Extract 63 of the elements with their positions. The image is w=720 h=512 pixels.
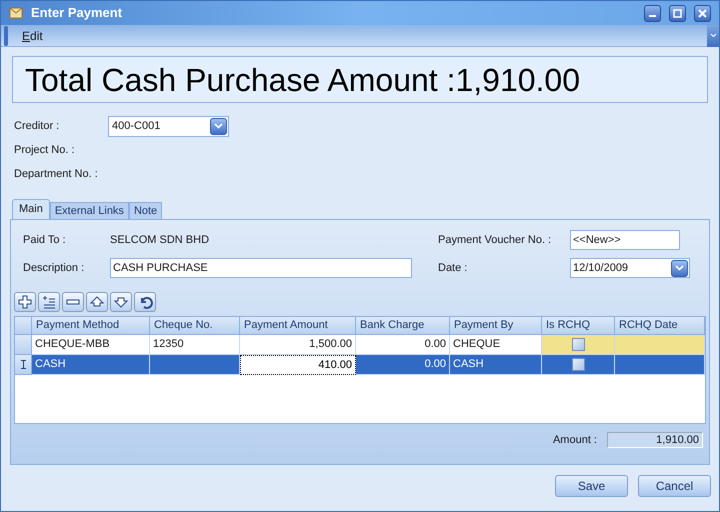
minus-button[interactable] [62,292,84,312]
menu-overflow-button[interactable] [707,24,719,46]
checkbox[interactable] [572,338,584,351]
tab[interactable]: External Links [50,202,129,219]
field-label: Creditor : [14,118,60,134]
text-cursor-icon [20,360,26,369]
up-arrow-button[interactable] [86,292,108,312]
table-cell: 1,500.00 [240,335,356,355]
table-cell: 12350 [150,335,240,355]
menu-item[interactable]: Edit [22,26,43,44]
table-cell: CHEQUE [450,335,542,355]
field-label: Description : [23,260,86,276]
field-label: Date : [438,260,468,276]
chevron-down-icon [214,123,223,129]
plus-button[interactable] [14,292,36,312]
column-header[interactable]: Bank Charge [356,317,450,334]
cancel-button[interactable]: Cancel [638,475,711,497]
chevron-down-icon [675,265,684,271]
minimize-button[interactable] [644,4,661,22]
close-button[interactable] [694,4,711,22]
chevron-down-icon [710,33,716,38]
insert-lines-button[interactable] [38,292,60,312]
table-cell: 410.00 [240,355,356,375]
column-header[interactable]: Is RCHQ [542,317,615,334]
undo-button[interactable] [134,292,156,312]
column-header[interactable]: Cheque No. [150,317,240,334]
field-label: Project No. : [14,142,76,158]
down-arrow-button[interactable] [110,292,132,312]
column-header[interactable]: RCHQ Date [615,317,705,334]
description-field[interactable]: CASH PURCHASE [110,258,412,278]
creditor-combo[interactable]: 400-C001 [108,116,229,136]
field-label: Paid To : [23,232,67,248]
table-cell: 0.00 [356,355,450,375]
save-button[interactable]: Save [555,475,628,497]
maximize-button[interactable] [669,4,686,22]
row-header[interactable] [15,355,32,375]
table-cell: CASH [450,355,542,375]
checkbox[interactable] [572,358,584,371]
dropdown-button[interactable] [671,260,688,276]
table-cell: CHEQUE-MBB [32,335,150,355]
window-title: Enter Payment [31,4,124,22]
dropdown-button[interactable] [210,118,227,134]
date-combo[interactable]: 12/10/2009 [570,258,690,278]
maximize-icon [673,8,682,18]
column-header[interactable]: Payment Method [32,317,150,334]
envelope-icon [9,6,23,20]
amount-field: 1,910.00 [607,432,703,448]
close-icon [698,8,707,18]
total-amount-banner: Total Cash Purchase Amount :1,910.00 [12,56,708,103]
plus-icon [17,294,33,310]
voucher-field[interactable]: <<New>> [570,230,680,250]
insert-lines-icon [41,294,57,310]
paid-to-value: SELCOM SDN BHD [110,232,210,248]
field-label: Department No. : [14,166,99,182]
table-cell: 0.00 [356,335,450,355]
tab[interactable]: Main [12,199,50,219]
tab[interactable]: Note [128,202,162,219]
column-header[interactable]: Payment Amount [240,317,356,334]
field-label: Payment Voucher No. : [438,232,552,248]
amount-label: Amount : [552,433,597,448]
column-header[interactable]: Payment By [450,317,542,334]
minimize-icon [649,15,656,17]
table-cell: CASH [32,355,150,375]
